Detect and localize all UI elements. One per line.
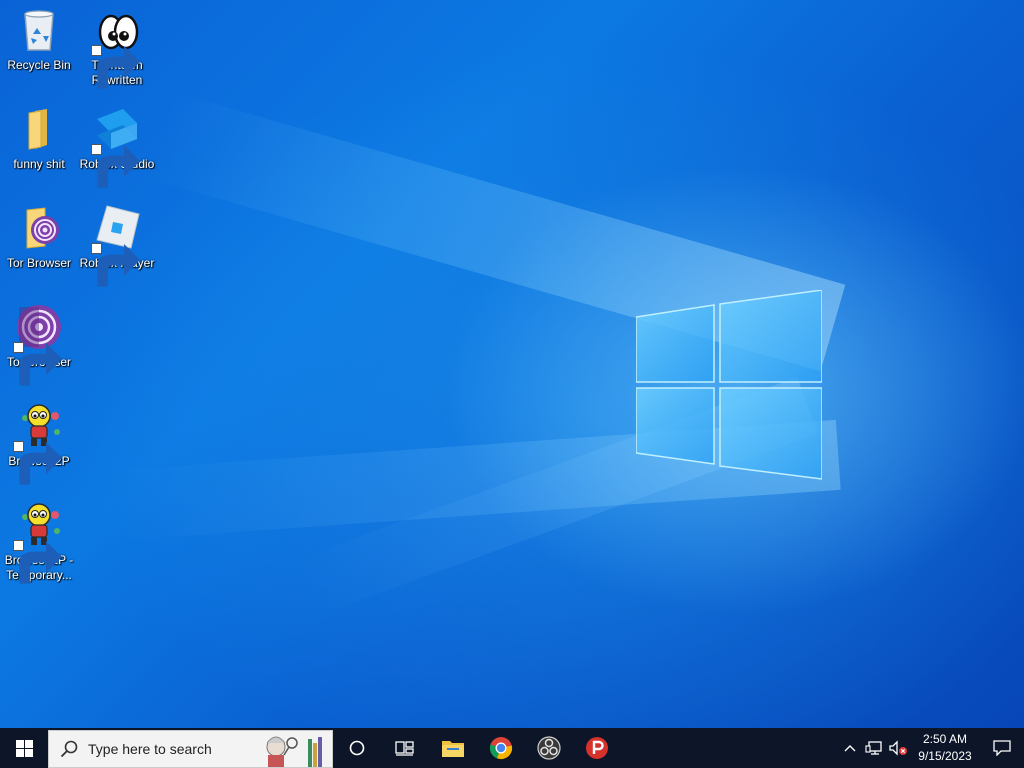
desktop-icon-toontown[interactable]: Toontown Rewritten <box>79 6 155 89</box>
show-hidden-icons-button[interactable] <box>838 728 862 768</box>
volume-button[interactable] <box>886 728 910 768</box>
desktop[interactable]: Recycle Bin Toontown Rewritten funny shi… <box>0 0 1024 728</box>
volume-muted-icon <box>889 740 907 756</box>
cortana-button[interactable] <box>333 728 381 768</box>
shortcut-arrow-icon <box>13 540 62 584</box>
network-icon <box>865 741 882 755</box>
windows-start-icon <box>15 739 33 757</box>
desktop-icon-roblox-studio[interactable]: Roblox Studio <box>79 105 155 188</box>
desktop-icon-recycle-bin[interactable]: Recycle Bin <box>1 6 77 73</box>
file-explorer-button[interactable] <box>429 728 477 768</box>
psiphon-icon <box>586 737 608 759</box>
chevron-up-icon <box>844 745 856 752</box>
folder-icon <box>28 109 47 150</box>
task-view-icon <box>395 741 414 756</box>
chrome-icon <box>489 737 513 760</box>
search-box[interactable]: Type here to search <box>48 729 333 768</box>
desktop-icon-funny-folder[interactable]: funny shit <box>1 105 77 172</box>
obs-button[interactable] <box>525 728 573 768</box>
shortcut-arrow-icon <box>91 144 140 188</box>
obs-icon <box>537 736 561 760</box>
desktop-icon-label: Recycle Bin <box>7 58 71 72</box>
shortcut-arrow-icon <box>13 342 62 386</box>
cortana-icon <box>349 740 365 756</box>
shortcut-arrow-icon <box>91 45 140 89</box>
taskbar: Type here to search 2:50 AM 9/15/2023 <box>0 728 1024 768</box>
system-tray: 2:50 AM 9/15/2023 <box>838 728 1024 768</box>
clock-time: 2:50 AM <box>922 732 968 746</box>
shortcut-arrow-icon <box>91 243 140 287</box>
psiphon-button[interactable] <box>573 728 621 768</box>
action-center-button[interactable] <box>980 728 1024 768</box>
file-explorer-icon <box>442 741 464 757</box>
desktop-icon-roblox-player[interactable]: Roblox Player <box>79 204 155 287</box>
desktop-icon-browse-i2p-temporary[interactable]: Browse I2P - Temporary... <box>1 501 77 584</box>
tor-folder-icon <box>26 207 59 249</box>
desktop-icon-tor-browser[interactable]: Tor Browser <box>1 303 77 386</box>
desktop-icon-label: Tor Browser <box>6 256 71 270</box>
task-view-button[interactable] <box>381 728 429 768</box>
chrome-button[interactable] <box>477 728 525 768</box>
clock-date: 9/15/2023 <box>918 749 972 763</box>
desktop-icon-browse-i2p[interactable]: Browse I2P <box>1 402 77 485</box>
search-highlight-doodle-icon <box>266 736 322 767</box>
clock[interactable]: 2:50 AM 9/15/2023 <box>910 731 980 765</box>
desktop-icon-tor-folder[interactable]: Tor Browser <box>1 204 77 271</box>
search-placeholder: Type here to search <box>88 740 212 757</box>
network-button[interactable] <box>862 728 886 768</box>
windows-logo-wallpaper <box>636 290 822 480</box>
shortcut-arrow-icon <box>13 441 62 485</box>
recycle-bin-icon <box>24 10 54 51</box>
start-button[interactable] <box>0 728 48 768</box>
notification-icon <box>993 740 1011 756</box>
search-icon <box>60 740 78 757</box>
desktop-icon-label: funny shit <box>13 157 65 171</box>
